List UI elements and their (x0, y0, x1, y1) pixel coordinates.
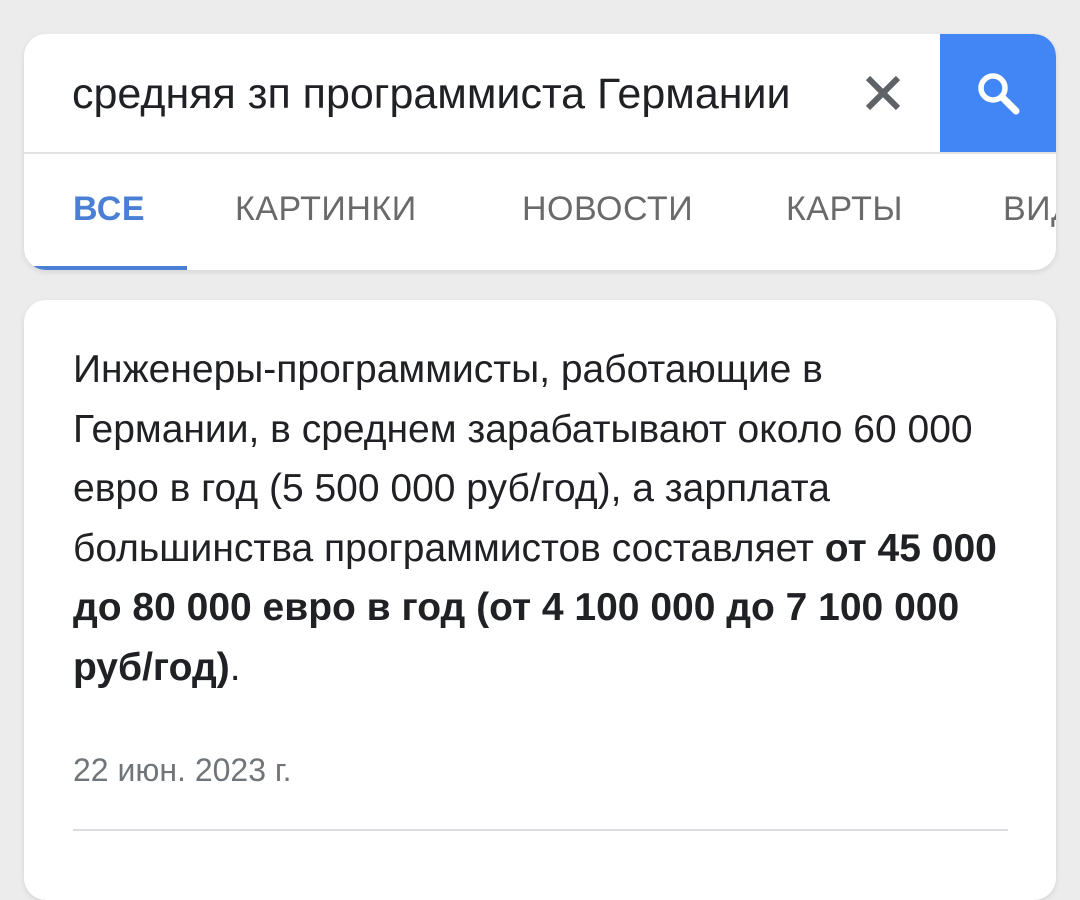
featured-snippet: Инженеры-программисты, работающие в Герм… (73, 340, 1008, 697)
result-card: Инженеры-программисты, работающие в Герм… (24, 300, 1056, 900)
search-input[interactable] (72, 62, 852, 126)
tab-images[interactable]: КАРТИНКИ (235, 154, 417, 270)
tab-bar: ВСЕ КАРТИНКИ НОВОСТИ КАРТЫ ВИД (24, 154, 1056, 270)
close-icon (865, 75, 901, 111)
search-button[interactable] (940, 34, 1056, 152)
tab-maps[interactable]: КАРТЫ (786, 154, 903, 270)
snippet-end: . (229, 645, 241, 689)
tab-all[interactable]: ВСЕ (73, 154, 145, 270)
active-tab-indicator (24, 266, 187, 270)
search-icon (978, 73, 1020, 115)
divider (73, 829, 1008, 831)
tab-video[interactable]: ВИД (1003, 154, 1056, 270)
tab-news[interactable]: НОВОСТИ (522, 154, 693, 270)
search-bar (24, 34, 1056, 154)
clear-button[interactable] (858, 68, 908, 118)
snippet-date: 22 июн. 2023 г. (73, 752, 292, 788)
search-card: ВСЕ КАРТИНКИ НОВОСТИ КАРТЫ ВИД (24, 34, 1056, 270)
